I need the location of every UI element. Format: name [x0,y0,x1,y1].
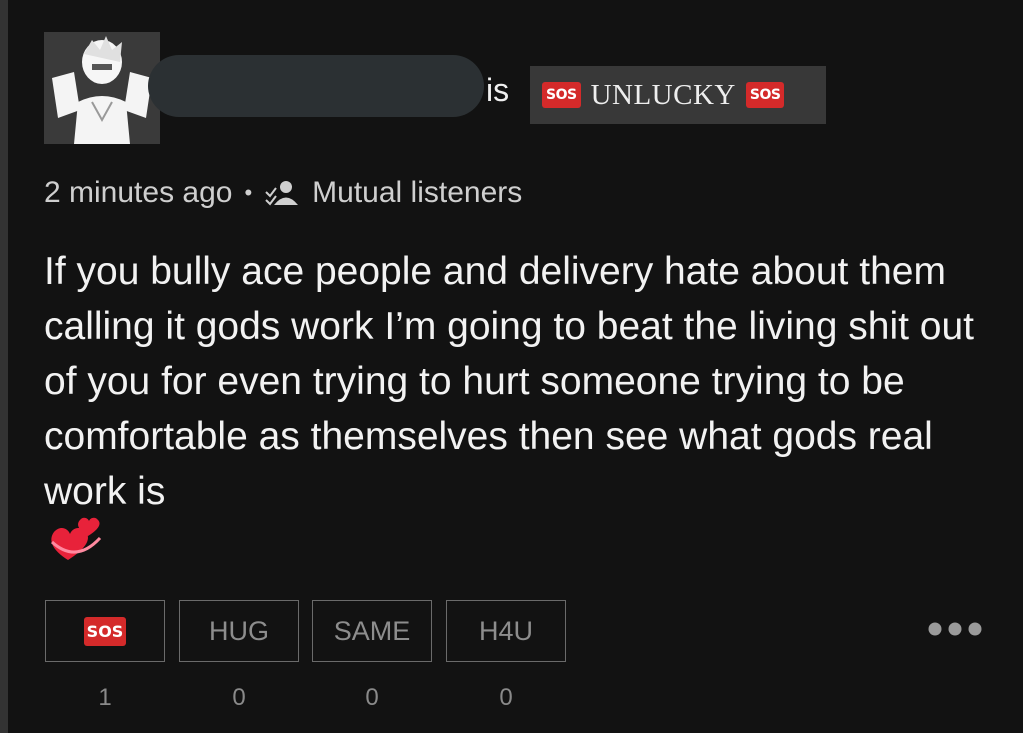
reaction-hug-count: 0 [232,684,246,711]
reaction-same-count: 0 [365,684,379,711]
timestamp: 2 minutes ago [44,176,233,209]
revolving-hearts-emoji [50,517,102,560]
reaction-sos-button[interactable]: SOS [45,600,165,662]
avatar[interactable] [44,32,160,144]
reaction-sos-label: SOS [83,616,127,646]
audience-label: Mutual listeners [312,176,523,209]
post-body: If you bully ace people and delivery hat… [44,250,975,513]
mood-label: UNLUCKY [590,78,736,111]
reaction-h4u-count: 0 [499,684,513,711]
username-redacted[interactable] [148,55,484,117]
post-meta: 2 minutes ago • Mutual listeners [44,176,522,210]
people-icon [265,181,299,206]
reaction-hug-button[interactable]: HUG [179,600,299,662]
reaction-h4u-button[interactable]: H4U [446,600,566,662]
mood-tag[interactable]: SOS UNLUCKY SOS [530,66,826,124]
sos-badge-right: SOS [745,82,785,108]
avatar-image [44,32,160,144]
is-label: is [486,72,510,108]
left-border [0,0,8,733]
reaction-sos-count: 1 [98,684,112,711]
meta-separator: • [244,180,253,205]
more-icon[interactable] [926,620,984,638]
reaction-same-button[interactable]: SAME [312,600,432,662]
sos-badge-left: SOS [542,82,581,108]
